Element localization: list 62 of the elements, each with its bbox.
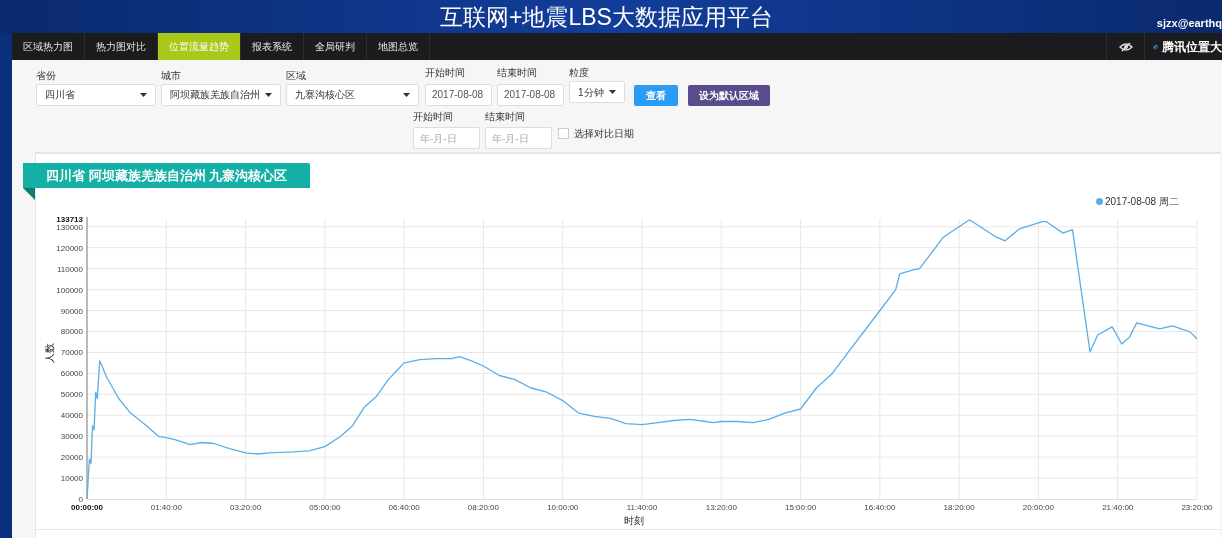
field-label: 结束时间 bbox=[497, 66, 538, 80]
eye-slash-icon[interactable] bbox=[1118, 41, 1133, 52]
x-tick-label: 00:00:00 bbox=[71, 503, 103, 512]
brand-name: 腾讯位置大 bbox=[1162, 38, 1222, 56]
y-tick-label: 60000 bbox=[60, 369, 83, 379]
caret-icon bbox=[265, 92, 272, 97]
x-tick-label: 01:40:00 bbox=[150, 503, 182, 512]
field-label: 开始时间 bbox=[425, 66, 466, 80]
y-tick-label: 80000 bbox=[60, 327, 83, 337]
field-label: 结束时间 bbox=[485, 109, 526, 124]
y-tick-label: 20000 bbox=[60, 453, 83, 463]
x-tick-label: 03:20:00 bbox=[230, 503, 262, 512]
field-label: 粒度 bbox=[569, 66, 590, 80]
x-tick-label: 05:00:00 bbox=[309, 503, 341, 512]
y-tick-label: 0 bbox=[78, 495, 83, 504]
y-tick-label: 40000 bbox=[60, 411, 83, 421]
ribbon-fold bbox=[23, 188, 35, 200]
legend-label[interactable]: 2017-08-08 周二 bbox=[1105, 194, 1179, 209]
x-tick-label: 13:20:00 bbox=[705, 503, 737, 512]
date-field[interactable]: 年-月-日 bbox=[485, 127, 552, 149]
y-tick-label: 70000 bbox=[60, 348, 83, 358]
y-tick-label: 130000 bbox=[56, 222, 83, 232]
y-tick-label: 120000 bbox=[56, 243, 83, 253]
y-tick-label: 133713 bbox=[56, 215, 83, 224]
x-tick-label: 08:20:00 bbox=[467, 503, 499, 512]
x-tick-label: 20:00:00 bbox=[1022, 503, 1054, 512]
y-tick-label: 10000 bbox=[60, 474, 83, 484]
x-tick-label: 16:40:00 bbox=[864, 503, 896, 512]
y-tick-label: 100000 bbox=[56, 285, 83, 295]
x-tick-label: 11:40:00 bbox=[626, 503, 658, 512]
y-tick-label: 30000 bbox=[60, 432, 83, 442]
date-field[interactable]: 2017-08-08 bbox=[425, 83, 492, 106]
dropdown[interactable]: 1分钟 bbox=[569, 81, 625, 103]
chart-title-ribbon: 四川省 阿坝藏族羌族自治州 九寨沟核心区 bbox=[23, 163, 311, 188]
y-tick-label: 50000 bbox=[60, 390, 83, 400]
y-tick-label: 110000 bbox=[56, 264, 83, 274]
date-field[interactable]: 2017-08-08 bbox=[497, 83, 564, 106]
caret-icon bbox=[609, 90, 616, 94]
dropdown[interactable]: 九寨沟核心区 bbox=[286, 83, 419, 106]
x-tick-label: 18:20:00 bbox=[943, 503, 975, 512]
y-axis-title: 人数 bbox=[44, 343, 55, 364]
user-account[interactable]: sjzx@earthq bbox=[1156, 15, 1222, 32]
x-tick-label: 10:00:00 bbox=[547, 503, 579, 512]
field-label: 区域 bbox=[286, 68, 307, 83]
field-label: 城市 bbox=[161, 68, 182, 83]
x-tick-label: 06:40:00 bbox=[388, 503, 420, 512]
field-label: 省份 bbox=[36, 68, 57, 83]
date-field[interactable]: 年-月-日 bbox=[413, 127, 480, 149]
caret-icon bbox=[403, 92, 410, 97]
caret-icon bbox=[140, 92, 147, 97]
x-tick-label: 21:40:00 bbox=[1102, 503, 1134, 512]
x-tick-label: 23:20:00 bbox=[1181, 503, 1213, 512]
page-title: 互联网+地震LBS大数据应用平台 bbox=[440, 3, 773, 32]
x-tick-label: 15:00:00 bbox=[785, 503, 817, 512]
dropdown[interactable]: 四川省 bbox=[36, 83, 156, 106]
dropdown[interactable]: 阿坝藏族羌族自治州 bbox=[161, 83, 281, 106]
field-label: 开始时间 bbox=[413, 109, 454, 124]
x-axis-title: 时刻 bbox=[624, 515, 644, 526]
y-tick-label: 90000 bbox=[60, 306, 83, 316]
action-button[interactable]: 设为默认区域 bbox=[688, 84, 770, 106]
compare-date-label: 选择对比日期 bbox=[574, 126, 634, 141]
compare-date-checkbox[interactable] bbox=[558, 127, 569, 139]
